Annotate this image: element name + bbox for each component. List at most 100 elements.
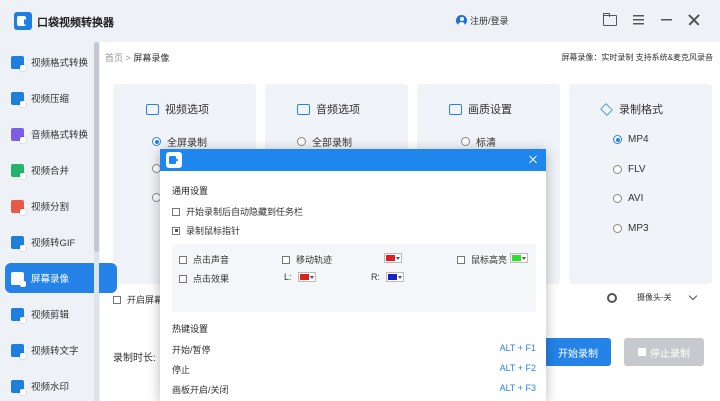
mouse-highlight-checkbox[interactable]: 鼠标高亮: [457, 253, 507, 266]
dropdown-arrow-icon: [396, 256, 400, 260]
open-screen-checkbox[interactable]: 开启屏幕: [113, 293, 163, 306]
right-click-label: R:: [371, 272, 380, 282]
sidebar-item[interactable]: 视频合并: [5, 155, 117, 185]
sidebar-scrollbar-thumb[interactable]: [94, 42, 99, 252]
hotkey-value[interactable]: ALT + F1: [500, 343, 536, 356]
trail-color-swatch: [386, 255, 395, 261]
fullscreen-radio[interactable]: 全屏录制: [152, 134, 207, 149]
move-trail-checkbox[interactable]: 移动轨迹: [282, 253, 332, 266]
sidebar-item-label: 视频转GIF: [31, 238, 76, 249]
sidebar-item-icon: [11, 199, 26, 215]
general-settings-title: 通用设置: [172, 186, 209, 196]
left-click-color[interactable]: L:: [284, 272, 316, 282]
checkbox-box: [172, 207, 180, 216]
audio-options-title: 音频选项: [297, 101, 360, 117]
sidebar-item-icon: [11, 55, 26, 71]
trail-color-picker[interactable]: [384, 253, 402, 263]
radio-dot: [461, 137, 470, 146]
right-click-color-picker[interactable]: [386, 272, 404, 282]
sidebar-item[interactable]: 视频分割: [5, 191, 117, 221]
sidebar-item[interactable]: 屏幕录像: [5, 263, 117, 293]
dropdown-arrow-icon: [398, 275, 402, 279]
hotkey-value[interactable]: ALT + F2: [500, 363, 536, 376]
video-options-title: 视频选项: [146, 101, 209, 117]
sidebar-item-label: 视频水印: [31, 382, 70, 393]
move-trail-label: 移动轨迹: [296, 255, 333, 265]
hotkey-row[interactable]: 开始/暂停 ALT + F1: [172, 343, 536, 356]
chevron-down-icon: [688, 291, 697, 301]
sidebar-item-icon: [11, 91, 26, 107]
right-click-color[interactable]: R:: [371, 272, 404, 282]
login-link[interactable]: 注册/登录: [456, 14, 509, 27]
settings-dialog: 通用设置 开始录制后自动隐藏到任务栏 录制鼠标指针 点击声音 移动轨迹 鼠标高亮…: [160, 149, 546, 401]
sidebar-item-label: 视频合并: [31, 166, 70, 177]
dialog-close-icon[interactable]: [526, 153, 540, 167]
format-mp4-label: MP4: [628, 134, 649, 145]
left-click-label: L:: [284, 272, 292, 282]
duration-label: 录制时长:: [113, 353, 156, 364]
stop-icon: [638, 348, 646, 356]
dialog-header: [160, 149, 546, 171]
sidebar-item-icon: [11, 163, 26, 179]
sd-label: 标清: [476, 138, 496, 149]
user-icon: [456, 15, 467, 26]
left-click-color-picker[interactable]: [297, 272, 316, 282]
radio-dot: [613, 135, 622, 144]
stop-record-label: 停止录制: [650, 348, 690, 360]
hotkey-row[interactable]: 画板开启/关闭 ALT + F3: [172, 383, 536, 396]
layers-icon: [600, 102, 613, 116]
record-pointer-checkbox[interactable]: 录制鼠标指针: [172, 224, 240, 237]
minimize-icon[interactable]: [659, 12, 675, 28]
click-effect-label: 点击效果: [193, 274, 230, 284]
radio-dot: [613, 224, 622, 233]
sidebar-item[interactable]: 视频压缩: [5, 83, 117, 113]
highlight-color-picker[interactable]: [510, 253, 528, 263]
sidebar-item[interactable]: 音频格式转换: [5, 119, 117, 149]
dropdown-arrow-icon: [522, 256, 526, 260]
sidebar-item-label: 视频压缩: [31, 94, 70, 105]
format-mp3-radio[interactable]: MP3: [613, 223, 649, 234]
sidebar-item-icon: [11, 379, 26, 395]
click-effect-checkbox[interactable]: 点击效果: [179, 272, 229, 285]
sidebar-item[interactable]: 视频剪辑: [5, 299, 117, 329]
record-pointer-label: 录制鼠标指针: [186, 226, 241, 236]
format-avi-radio[interactable]: AVI: [613, 193, 643, 204]
hotkey-row[interactable]: 停止 ALT + F2: [172, 363, 536, 376]
title-bar: 口袋视频转换器 注册/登录: [0, 0, 720, 42]
sd-radio[interactable]: 标清: [461, 134, 496, 149]
left-click-color-swatch: [299, 274, 309, 280]
hide-taskbar-checkbox[interactable]: 开始录制后自动隐藏到任务栏: [172, 205, 303, 218]
click-sound-label: 点击声音: [193, 255, 230, 265]
highlight-color-swatch: [512, 255, 521, 261]
app-logo-icon: [14, 12, 32, 30]
menu-icon[interactable]: [631, 12, 647, 28]
open-screen-label: 开启屏幕: [127, 295, 164, 305]
format-title: 录制格式: [600, 101, 663, 117]
sidebar-item[interactable]: 视频转GIF: [5, 227, 117, 257]
hotkey-label: 开始/暂停: [172, 345, 211, 355]
click-sound-checkbox[interactable]: 点击声音: [179, 253, 229, 266]
folder-icon[interactable]: [602, 12, 618, 28]
feature-tagline: 屏幕录像：实时录制 支持系统&麦克风录音: [561, 53, 713, 62]
hotkey-settings-title: 热键设置: [172, 324, 209, 334]
camera-toggle[interactable]: 摄像头-关: [607, 291, 697, 303]
login-label: 注册/登录: [470, 16, 509, 26]
format-mp4-radio[interactable]: MP4: [613, 134, 649, 145]
hotkey-value[interactable]: ALT + F3: [500, 383, 536, 396]
video-icon: [146, 103, 159, 115]
hd-icon: [449, 103, 462, 115]
sidebar-item[interactable]: 视频格式转换: [5, 47, 117, 77]
close-icon[interactable]: [686, 12, 702, 28]
sidebar-item[interactable]: 视频水印: [5, 371, 117, 401]
audio-options-label: 音频选项: [316, 104, 360, 116]
mouse-highlight-label: 鼠标高亮: [471, 255, 508, 265]
sidebar-item[interactable]: 视频转文字: [5, 335, 117, 365]
dropdown-arrow-icon: [309, 275, 314, 279]
format-avi-label: AVI: [628, 193, 644, 204]
stop-record-button[interactable]: 停止录制: [624, 338, 704, 366]
record-all-radio[interactable]: 全部录制: [297, 134, 352, 149]
camera-label: 摄像头-关: [637, 293, 672, 302]
sidebar-item-icon: [11, 127, 26, 143]
start-record-button[interactable]: 开始录制: [544, 338, 611, 366]
format-flv-radio[interactable]: FLV: [613, 164, 646, 175]
